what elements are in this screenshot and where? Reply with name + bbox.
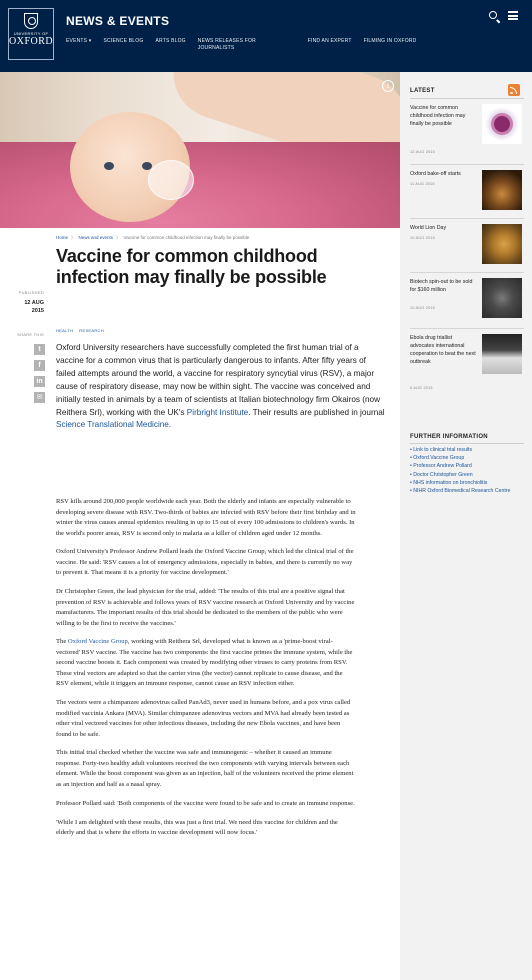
body-paragraph: This initial trial checked whether the v… [56, 749, 354, 788]
article-body: RSV kills around 200,000 people worldwid… [56, 497, 356, 847]
further-link[interactable]: Oxford Vaccine Group [410, 454, 524, 462]
share-icons: t f in ✉ [34, 344, 46, 408]
oxford-vaccine-group-link[interactable]: Oxford Vaccine Group [68, 638, 128, 645]
latest-item-title[interactable]: Ebola drug triallist advocates internati… [410, 334, 476, 366]
hero-nebulizer-mask-shape [148, 160, 194, 200]
divider [410, 443, 524, 444]
published-date-day: 12 AUG [24, 300, 44, 306]
body-text: The [56, 638, 68, 646]
latest-item[interactable]: Biotech spin-out to be sold for $160 mil… [410, 278, 524, 330]
further-link[interactable]: Link to clinical trial results [410, 446, 524, 454]
published-label: PUBLISHED [18, 290, 44, 295]
latest-heading: LATEST [410, 88, 435, 94]
body-paragraph: 'While I am delighted with these results… [56, 818, 338, 837]
breadcrumb-separator: 〉 [71, 235, 76, 240]
breadcrumb-home[interactable]: Home [56, 235, 68, 241]
search-icon[interactable] [489, 11, 497, 19]
pirbright-institute-link[interactable]: Pirbright Institute [187, 408, 248, 417]
hero-eye-shape [104, 162, 114, 170]
breadcrumb-separator: 〉 [116, 235, 121, 240]
further-link[interactable]: NHS information on bronchiolitis [410, 479, 524, 487]
lede-text: . Their results are published in journal [248, 407, 385, 417]
facebook-icon[interactable]: f [34, 360, 45, 371]
nav-filming[interactable]: FILMING IN OXFORD [364, 38, 417, 52]
lede-text: . [168, 420, 172, 430]
divider [410, 98, 524, 99]
breadcrumb-current: Vaccine for common childhood infection m… [123, 235, 250, 240]
nav-events[interactable]: EVENTS ▾ [66, 38, 92, 52]
body-paragraph: Oxford University's Professor Andrew Pol… [56, 548, 354, 577]
latest-item[interactable]: Oxford bake-off starts 11 AUG 2015 [410, 170, 524, 220]
logo-oxford-text: OXFORD [9, 36, 54, 47]
bakery-thumbnail[interactable] [482, 170, 522, 210]
divider [410, 328, 524, 329]
published-date-year: 2015 [31, 308, 44, 314]
latest-item-title[interactable]: Vaccine for common childhood infection m… [410, 104, 476, 128]
page-title: Vaccine for common childhood infection m… [56, 246, 327, 287]
virus-thumbnail[interactable] [482, 104, 522, 144]
latest-item-date: 10 AUG 2015 [410, 306, 435, 310]
article-lede: Oxford University researchers have succe… [56, 342, 386, 432]
tag-research[interactable]: RESEARCH [79, 328, 104, 333]
crest-icon [24, 13, 38, 29]
body-paragraph: Dr Christopher Green, the lead physician… [56, 588, 355, 627]
oxford-logo[interactable]: UNIVERSITY OF OXFORD [8, 8, 54, 60]
further-information-list: Link to clinical trial results Oxford Va… [410, 446, 524, 495]
published-date: 12 AUG 2015 [10, 299, 44, 315]
latest-item-title[interactable]: Oxford bake-off starts [410, 170, 476, 178]
breadcrumb-news-and-events[interactable]: News and events [79, 235, 114, 241]
nav-arts-blog[interactable]: ARTS BLOG [155, 38, 185, 52]
hero-image: i [0, 72, 400, 228]
further-link[interactable]: NIHR Oxford Biomedical Research Centre [410, 487, 524, 495]
further-information-heading: FURTHER INFORMATION [410, 434, 488, 440]
body-paragraph: Professor Pollard said: 'Both components… [56, 799, 355, 807]
divider [410, 164, 524, 165]
linkedin-icon[interactable]: in [34, 376, 45, 387]
site-header: UNIVERSITY OF OXFORD NEWS & EVENTS EVENT… [0, 0, 532, 72]
body-paragraph: The vectors were a chimpanzee adenovirus… [56, 699, 351, 738]
breadcrumb: Home 〉 News and events 〉 Vaccine for com… [56, 235, 249, 241]
latest-item-date: 11 AUG 2015 [410, 182, 435, 186]
body-text: , working with Reithera Srl, developed w… [56, 638, 353, 688]
lion-thumbnail[interactable] [482, 224, 522, 264]
nav-find-expert[interactable]: FIND AN EXPERT [308, 38, 352, 52]
latest-item-title[interactable]: Biotech spin-out to be sold for $160 mil… [410, 278, 476, 294]
latest-item-date: 12 AUG 2015 [410, 150, 435, 154]
section-title[interactable]: NEWS & EVENTS [66, 14, 169, 28]
nav-news-releases[interactable]: NEWS RELEASES FOR JOURNALISTS [198, 38, 266, 52]
lede-text: Oxford University researchers have succe… [56, 343, 381, 417]
divider [410, 272, 524, 273]
hero-blanket-shape [0, 142, 400, 228]
divider [410, 218, 524, 219]
further-link[interactable]: Doctor Christopher Green [410, 471, 524, 479]
share-label: SHARE THIS [17, 332, 44, 337]
rss-icon[interactable] [508, 84, 520, 96]
body-paragraph: RSV kills around 200,000 people worldwid… [56, 498, 356, 537]
nav-spacer [278, 38, 296, 52]
latest-item[interactable]: Ebola drug triallist advocates internati… [410, 334, 524, 398]
book-thumbnail[interactable] [482, 334, 522, 374]
nav-science-blog[interactable]: SCIENCE BLOG [104, 38, 144, 52]
article-tags: HEALTH RESEARCH [56, 328, 104, 333]
twitter-icon[interactable]: t [34, 344, 45, 355]
latest-item[interactable]: Vaccine for common childhood infection m… [410, 104, 524, 164]
menu-icon[interactable] [508, 11, 518, 20]
body-paragraph: The Oxford Vaccine Group, working with R… [56, 637, 356, 690]
further-link[interactable]: Professor Andrew Pollard [410, 462, 524, 470]
latest-item-date: 6 AUG 2015 [410, 386, 433, 390]
tag-health[interactable]: HEALTH [56, 328, 73, 333]
latest-item[interactable]: World Lion Day 10 AUG 2015 [410, 224, 524, 274]
main-nav: EVENTS ▾ SCIENCE BLOG ARTS BLOG NEWS REL… [66, 38, 416, 52]
latest-item-date: 10 AUG 2015 [410, 236, 435, 240]
image-info-icon[interactable]: i [382, 80, 394, 92]
insect-thumbnail[interactable] [482, 278, 522, 318]
latest-item-title[interactable]: World Lion Day [410, 224, 476, 232]
science-translational-medicine-link[interactable]: Science Translational Medicine [56, 420, 169, 429]
email-icon[interactable]: ✉ [34, 392, 45, 403]
